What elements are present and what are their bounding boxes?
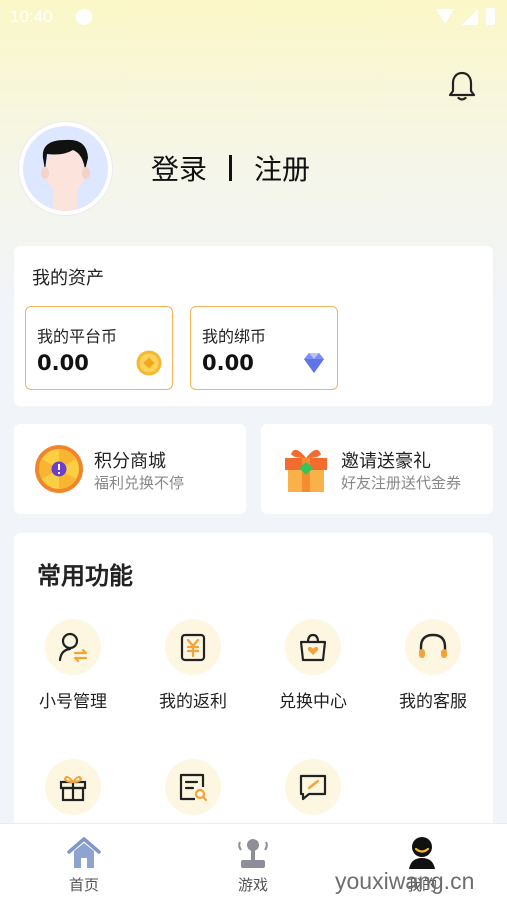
tab-home[interactable]: 首页	[34, 836, 134, 895]
common-functions-card: 常用功能 小号管理 我的返利 兑换中心 我的客服	[14, 533, 493, 833]
tab-label: 首页	[68, 876, 99, 894]
platform-coin-box[interactable]: 我的平台币 0.00	[25, 306, 173, 390]
wifi-icon	[436, 9, 454, 24]
default-avatar-icon	[41, 139, 90, 211]
bound-coin-box[interactable]: 我的绑币 0.00	[190, 306, 338, 390]
bound-coin-label: 我的绑币	[202, 327, 267, 346]
func-feedback[interactable]	[254, 759, 372, 827]
bell-icon[interactable]	[446, 70, 478, 102]
platform-coin-value: 0.00	[37, 351, 89, 375]
profile-icon	[409, 837, 435, 869]
func-label: 小号管理	[39, 692, 107, 712]
assets-card: 我的资产 我的平台币 0.00 我的绑币 0.00	[14, 246, 493, 406]
divider	[229, 155, 233, 181]
gift-icon	[59, 776, 87, 802]
func-account-management[interactable]: 小号管理	[14, 619, 132, 712]
rebate-icon	[180, 633, 206, 662]
diamond-icon	[304, 353, 324, 373]
func-label: 兑换中心	[279, 692, 347, 712]
func-label: 我的客服	[399, 692, 467, 712]
login-link[interactable]: 登录	[151, 148, 207, 188]
status-icons	[436, 8, 495, 25]
status-bar: 10:40	[0, 0, 507, 34]
tab-label: 游戏	[237, 876, 268, 894]
platform-coin-label: 我的平台币	[37, 327, 118, 346]
joystick-icon	[238, 839, 268, 868]
headset-icon	[419, 633, 447, 658]
status-time: 10:40	[10, 7, 53, 26]
watermark: youxiwang.cn	[335, 868, 475, 894]
login-register: 登录 注册	[151, 148, 310, 188]
search-document-icon	[179, 773, 208, 802]
func-gift[interactable]	[14, 759, 132, 827]
invite-card[interactable]: 邀请送豪礼 好友注册送代金券	[261, 424, 493, 514]
points-mall-subtitle: 福利兑换不停	[94, 474, 185, 492]
bound-coin-value: 0.00	[202, 351, 254, 375]
points-mall-title: 积分商城	[94, 451, 166, 472]
account-switch-icon	[58, 632, 88, 663]
invite-title: 邀请送豪礼	[341, 451, 431, 472]
func-my-rebate[interactable]: 我的返利	[134, 619, 252, 712]
avatar[interactable]	[19, 122, 112, 215]
func-label: 我的返利	[159, 692, 227, 712]
signal-icon	[462, 8, 478, 25]
notification-dot-icon	[76, 9, 92, 25]
gift-box-icon	[285, 449, 327, 492]
assets-title: 我的资产	[32, 268, 104, 289]
func-exchange-center[interactable]: 兑换中心	[254, 619, 372, 712]
functions-title: 常用功能	[37, 562, 133, 590]
tab-games[interactable]: 游戏	[203, 836, 303, 895]
register-link[interactable]: 注册	[254, 148, 310, 188]
home-icon	[67, 837, 101, 868]
points-mall-card[interactable]: 积分商城 福利兑换不停	[14, 424, 246, 514]
battery-icon	[486, 8, 495, 25]
lucky-wheel-icon	[35, 445, 83, 493]
func-customer-service[interactable]: 我的客服	[374, 619, 492, 712]
func-search-document[interactable]	[134, 759, 252, 827]
feedback-icon	[299, 774, 327, 801]
invite-subtitle: 好友注册送代金券	[341, 474, 462, 492]
coin-icon	[136, 350, 162, 376]
exchange-bag-icon	[299, 633, 327, 662]
